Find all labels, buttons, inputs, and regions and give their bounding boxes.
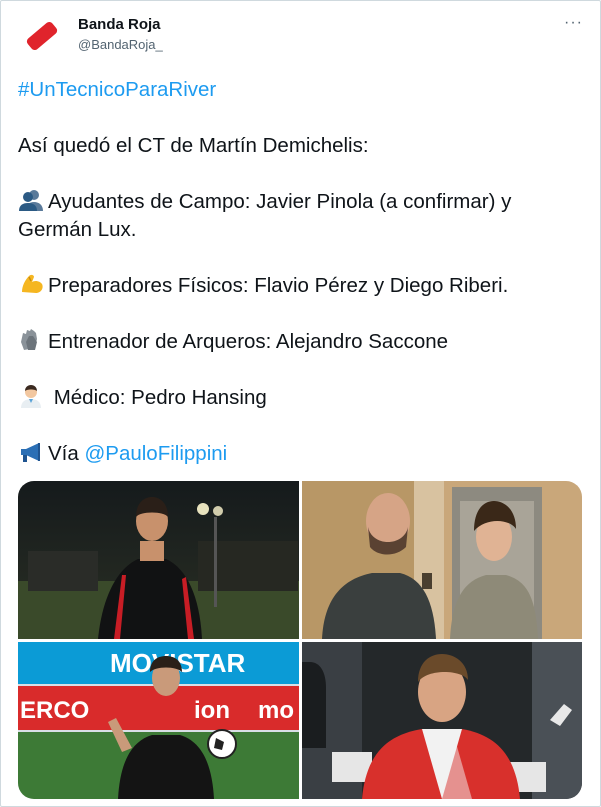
photo-2[interactable] bbox=[302, 481, 582, 639]
assistants-line: Ayudantes de Campo: Javier Pinola (a con… bbox=[18, 188, 584, 244]
fitness-text: Preparadores Físicos: Flavio Pérez y Die… bbox=[48, 274, 509, 297]
gloves-icon bbox=[21, 329, 37, 350]
medic-line: Médico: Pedro Hansing bbox=[18, 384, 584, 412]
via-line: Vía @PauloFilippini bbox=[18, 440, 584, 468]
goalkeeper-line: Entrenador de Arqueros: Alejandro Saccon… bbox=[18, 328, 584, 356]
assistants-text: Ayudantes de Campo: Javier Pinola (a con… bbox=[18, 190, 512, 241]
fitness-line: Preparadores Físicos: Flavio Pérez y Die… bbox=[18, 272, 584, 300]
avatar[interactable] bbox=[18, 12, 66, 60]
photo-4[interactable] bbox=[302, 642, 582, 799]
tweet-text: #UnTecnicoParaRiver Así quedó el CT de M… bbox=[18, 76, 584, 468]
goalkeeper-text: Entrenador de Arqueros: Alejandro Saccon… bbox=[48, 330, 449, 353]
mention-link[interactable]: @PauloFilippini bbox=[84, 442, 227, 465]
photo-1[interactable] bbox=[18, 481, 299, 639]
author-handle[interactable]: @BandaRoja_ bbox=[78, 36, 163, 54]
hashtag-link[interactable]: #UnTecnicoParaRiver bbox=[18, 78, 216, 101]
board-mid-mid: ion bbox=[194, 697, 230, 724]
intro-text: Así quedó el CT de Martín Demichelis: bbox=[18, 134, 369, 157]
photo-grid: MOVISTAR ERCO ion mo bbox=[18, 481, 582, 799]
author-name[interactable]: Banda Roja bbox=[78, 16, 161, 34]
busts-in-silhouette-icon bbox=[19, 190, 43, 211]
megaphone-icon bbox=[21, 443, 40, 462]
health-worker-icon bbox=[21, 385, 41, 408]
photo-3[interactable]: MOVISTAR ERCO ion mo bbox=[18, 642, 299, 799]
via-prefix: Vía bbox=[48, 442, 85, 465]
medic-text: Médico: Pedro Hansing bbox=[48, 386, 267, 409]
board-mid-left: ERCO bbox=[20, 697, 89, 724]
flexed-biceps-icon bbox=[22, 274, 43, 293]
board-mid-right: mo bbox=[258, 697, 294, 724]
more-options-icon[interactable]: ··· bbox=[564, 14, 583, 32]
